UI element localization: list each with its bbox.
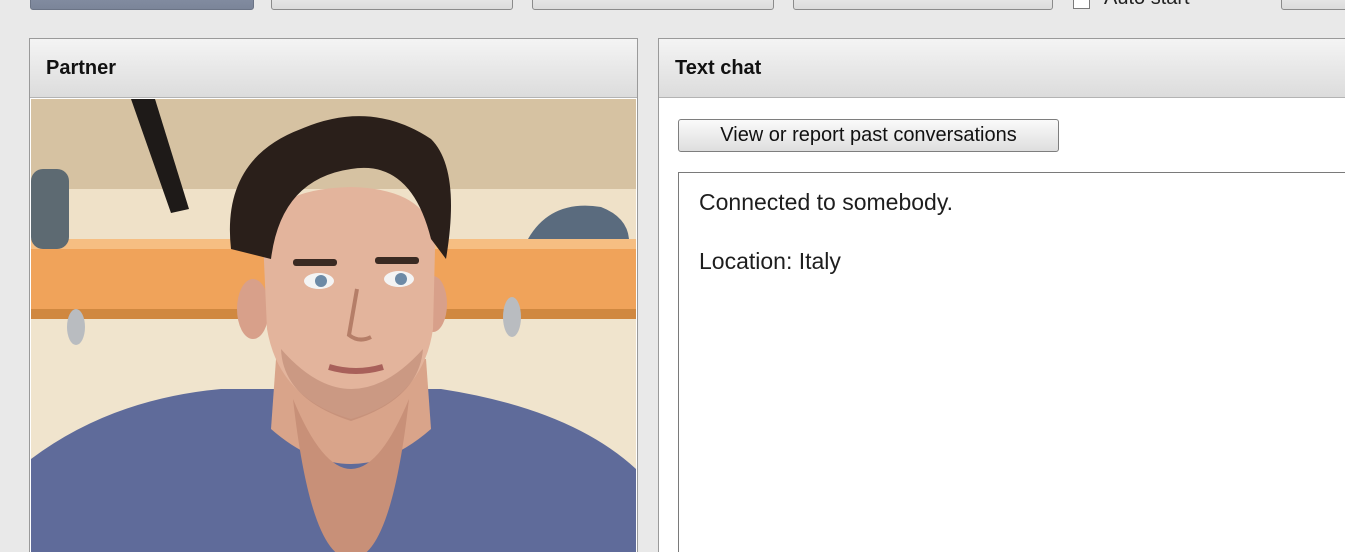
text-chat-panel: Text chat View or report past conversati… [658,38,1345,552]
chat-log[interactable]: Connected to somebody. Location: Italy [678,172,1345,552]
text-chat-panel-title: Text chat [659,39,1345,98]
toolbar-button-4[interactable] [1281,0,1345,10]
partner-video-frame [31,99,636,552]
autostart-checkbox[interactable] [1073,0,1090,9]
partner-video [31,99,636,552]
toolbar-active-button[interactable] [30,0,254,10]
view-report-conversations-button[interactable]: View or report past conversations [678,119,1059,152]
top-toolbar: Auto start [0,0,1345,22]
chat-message: Location: Italy [699,248,841,274]
video-chat-app: Auto start Partner [0,0,1345,552]
partner-panel-title: Partner [30,39,637,98]
toolbar-button-3[interactable] [793,0,1053,10]
partner-panel: Partner [29,38,638,552]
autostart-label: Auto start [1104,0,1190,10]
toolbar-button-1[interactable] [271,0,513,10]
toolbar-button-2[interactable] [532,0,774,10]
chat-message: Connected to somebody. [699,189,954,215]
